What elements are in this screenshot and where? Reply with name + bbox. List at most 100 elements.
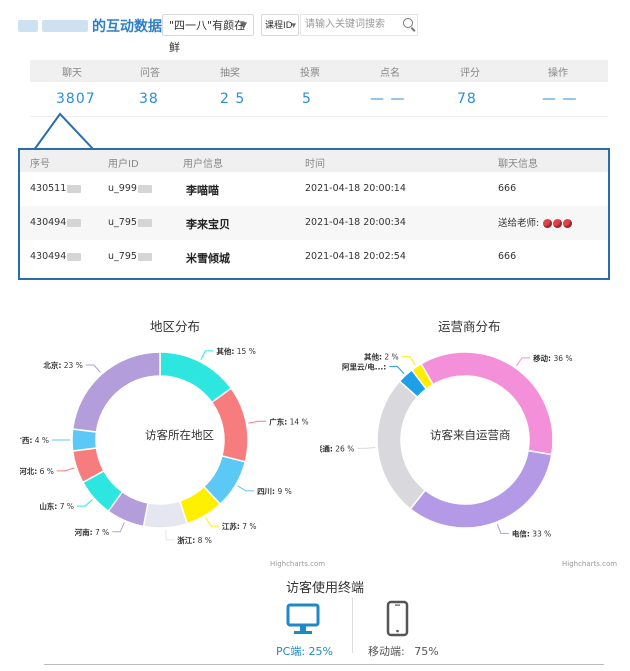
stat-chat-count[interactable]: 3807 (56, 91, 96, 107)
pc-usage-value: 25% (308, 645, 333, 658)
detail-header-msg: 聊天信息 (498, 159, 538, 170)
search-icon[interactable] (403, 18, 413, 28)
slice-label: 移动: 36 % (533, 353, 572, 363)
slice-label: 阿里云/电...: (342, 361, 386, 371)
detail-header-time: 时间 (305, 159, 325, 170)
pc-usage: PC端: 25% (276, 643, 333, 659)
row-message: 送给老师: (498, 215, 573, 229)
donut-slice[interactable] (159, 351, 233, 404)
row-user-name: 李来宝贝 (186, 218, 230, 231)
monitor-icon (286, 603, 320, 634)
row-user-name: 李喵喵 (186, 184, 219, 197)
row-message: 666 (498, 183, 517, 194)
stats-header-qa: 问答 (140, 68, 160, 79)
rose-icon (563, 219, 573, 228)
donut-slice[interactable] (409, 449, 553, 529)
table-row[interactable]: 430494 u_795 米雪倾城 2021-04-18 20:02:54 66… (20, 240, 608, 274)
stats-header: 聊天 问答 抽奖 投票 点名 评分 操作 (30, 60, 608, 82)
donut-slice[interactable] (210, 387, 249, 463)
stat-action[interactable]: — — (542, 91, 577, 107)
slice-label: 四川: 9 % (257, 487, 292, 496)
label-connector (85, 364, 101, 373)
row-user-name: 米雪倾城 (186, 252, 230, 265)
stats-header-action: 操作 (548, 68, 568, 79)
carrier-chart-credit[interactable]: Highcharts.com (562, 560, 617, 568)
row-time: 2021-04-18 20:00:34 (305, 217, 406, 228)
slice-label: 江苏: 7 % (222, 521, 257, 531)
row-uid: u_795 (108, 251, 152, 262)
label-connector (165, 529, 175, 541)
label-connector (205, 517, 219, 527)
stats-header-rating: 评分 (460, 68, 480, 79)
stat-qa-count[interactable]: 38 (139, 91, 159, 107)
detail-header-user: 用户信息 (183, 159, 223, 170)
slice-label: 广东: 14 % (269, 416, 308, 426)
label-connector (389, 365, 405, 375)
row-time: 2021-04-18 20:00:14 (305, 183, 406, 194)
stats-header-vote: 投票 (300, 68, 320, 79)
terminal-title: 访客使用终端 (286, 581, 365, 596)
search-placeholder: 请输入关键词搜索 (305, 19, 385, 30)
detail-header-no: 序号 (30, 159, 50, 170)
label-connector (76, 499, 93, 507)
label-connector (200, 350, 214, 361)
donut-slice[interactable] (71, 428, 98, 452)
row-uid: u_795 (108, 217, 152, 228)
label-connector (496, 523, 509, 534)
label-connector (237, 485, 255, 492)
row-uid: u_999 (108, 183, 152, 194)
row-no: 430494 (30, 217, 82, 228)
label-connector (515, 357, 531, 367)
slice-label: 河南: 7 % (75, 527, 110, 537)
carrier-chart-title: 运营商分布 (438, 319, 501, 334)
carrier-center-label: 访客来自运营商 (430, 428, 511, 442)
slice-label: 山东: 7 % (39, 501, 74, 511)
slice-label: 联通: 26 % (320, 443, 354, 453)
row-no: 430511 (30, 183, 82, 194)
mobile-usage-value: 75% (414, 645, 439, 658)
chat-detail-table: 序号 用户ID 用户信息 时间 聊天信息 430511 u_999 李喵喵 20… (18, 148, 610, 280)
blurred-name (42, 20, 88, 32)
region-center-label: 访客所在地区 (145, 428, 214, 442)
page-title: 的互动数据 (92, 19, 162, 35)
search-input[interactable]: 请输入关键词搜索 (300, 14, 418, 36)
slice-label: 北京: 23 % (43, 360, 82, 370)
course-select-value: 课程ID (265, 21, 293, 31)
label-connector (248, 420, 267, 424)
slice-label: 河北: 6 % (20, 466, 54, 476)
stats-header-lottery: 抽奖 (220, 68, 240, 79)
slice-label: 其他: 2 % (364, 352, 399, 362)
table-row[interactable]: 430511 u_999 李喵喵 2021-04-18 20:00:14 666 (20, 172, 608, 206)
donut-slice[interactable] (376, 380, 427, 511)
row-no: 430494 (30, 251, 82, 262)
slice-label: 其他: 15 % (216, 346, 255, 356)
course-select[interactable]: 课程ID ▾ (261, 14, 299, 36)
stats-header-chat: 聊天 (62, 68, 82, 79)
mobile-usage-label: 移动端: (368, 645, 405, 658)
lesson-select[interactable]: "四一八"有颜在鲜 ▼ (162, 14, 254, 54)
stat-lottery-count[interactable]: 2 5 (220, 91, 245, 107)
region-chart-title: 地区分布 (150, 319, 201, 334)
lesson-select-value: "四一八"有颜在鲜 (169, 19, 246, 54)
label-connector (112, 522, 125, 533)
slice-label: 广西: 4 % (20, 435, 49, 445)
chevron-down-icon: ▼ (240, 21, 247, 31)
donut-slice[interactable] (71, 351, 161, 433)
label-connector (56, 467, 75, 472)
stat-rating-count[interactable]: 78 (457, 91, 477, 107)
bottom-divider (44, 664, 604, 665)
row-message-text: 送给老师: (498, 218, 540, 229)
donut-slice[interactable] (142, 499, 189, 529)
rose-icon (543, 219, 553, 228)
rose-icon (553, 219, 563, 228)
blurred-name (18, 20, 38, 32)
stat-vote-count[interactable]: 5 (302, 91, 312, 107)
stats-header-rollcall: 点名 (380, 68, 400, 79)
row-message: 666 (498, 251, 517, 262)
stat-rollcall-count[interactable]: — — (370, 91, 405, 107)
detail-header-uid: 用户ID (108, 159, 139, 170)
label-connector (401, 356, 416, 366)
region-chart-credit[interactable]: Highcharts.com (270, 560, 325, 568)
terminal-divider (352, 598, 353, 653)
table-row[interactable]: 430494 u_795 李来宝贝 2021-04-18 20:00:34 送给… (20, 206, 608, 240)
